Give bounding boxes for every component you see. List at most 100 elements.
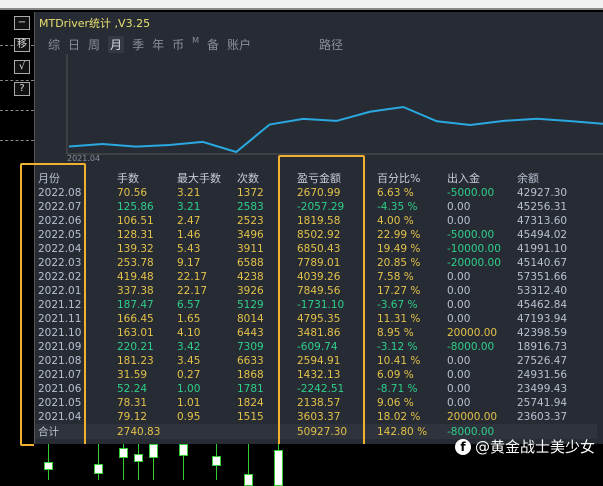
cell: 47193.94: [517, 313, 568, 325]
tab-5[interactable]: 年: [152, 36, 164, 53]
cell: 45494.02: [517, 229, 568, 241]
cell: 220.21: [117, 341, 154, 353]
cell: -3.67 %: [377, 299, 418, 311]
chart-x-start-label: 2021.04: [67, 154, 101, 163]
cell: 128.31: [117, 229, 154, 241]
cell: 20000.00: [447, 327, 498, 339]
window-title: MTDriver统计 ,V3.25: [39, 17, 151, 30]
cell: 0.00: [447, 215, 471, 227]
cell: 106.51: [117, 215, 154, 227]
cell: 8.95 %: [377, 327, 414, 339]
candle: [212, 456, 221, 466]
cell: 6.57: [177, 299, 201, 311]
cell: 9.17: [177, 257, 201, 269]
cell: 181.23: [117, 355, 154, 367]
cell: 79.12: [117, 411, 148, 423]
balance-chart: [66, 54, 603, 155]
cell: 6.09 %: [377, 369, 414, 381]
tab-3[interactable]: 月: [108, 36, 125, 53]
cell: 11.31 %: [377, 313, 421, 325]
cell: 20.85 %: [377, 257, 421, 269]
total-cell: [177, 424, 237, 439]
cell: 6.63 %: [377, 187, 414, 199]
cell: 41991.10: [517, 243, 568, 255]
candle: [244, 474, 253, 486]
cell: 0.95: [177, 411, 201, 423]
cell: 0.00: [447, 383, 471, 395]
help-button[interactable]: ?: [14, 82, 30, 96]
cell: 4.00 %: [377, 215, 414, 227]
cell: 9.06 %: [377, 397, 414, 409]
cell: 10.41 %: [377, 355, 421, 367]
tab-6[interactable]: 币: [172, 36, 184, 53]
tab-1[interactable]: 日: [68, 36, 80, 53]
cell: 18.02 %: [377, 411, 421, 423]
candle: [94, 464, 103, 474]
cell: 0.00: [447, 299, 471, 311]
watermark-text: @黄金战士美少女: [474, 438, 595, 456]
cell: 42398.59: [517, 327, 568, 339]
column-header: 百分比%: [377, 172, 421, 185]
cell: 0.00: [447, 285, 471, 297]
highlight-box-profit: [278, 155, 365, 453]
tab-bar: 综日周月季年币 M 备账户 路径: [48, 36, 343, 53]
cell: 3.45: [177, 355, 201, 367]
cell: 24931.56: [517, 369, 568, 381]
cell: 0.00: [447, 313, 471, 325]
cell: 17.27 %: [377, 285, 421, 297]
tab-7[interactable]: M: [192, 36, 199, 53]
cell: 4.10: [177, 327, 201, 339]
check-button[interactable]: √: [14, 60, 30, 74]
cell: 45256.31: [517, 201, 568, 213]
cell: 253.78: [117, 257, 154, 269]
grid-line: [0, 110, 34, 111]
candle: [134, 454, 143, 462]
cell: 57351.66: [517, 271, 568, 283]
cell: -20000.00: [447, 257, 501, 269]
tab-10[interactable]: 路径: [319, 36, 343, 53]
cell: -5000.00: [447, 229, 495, 241]
cell: 5.43: [177, 243, 201, 255]
tab-8[interactable]: 备: [207, 36, 219, 53]
cell: 19.49 %: [377, 243, 421, 255]
cell: 45462.84: [517, 299, 568, 311]
cell: 7.58 %: [377, 271, 414, 283]
cell: 3.21: [177, 187, 201, 199]
column-header: 最大手数: [177, 172, 221, 185]
cell: -8.71 %: [377, 383, 418, 395]
column-header: 余额: [517, 172, 539, 185]
cell: -5000.00: [447, 187, 495, 199]
tab-4[interactable]: 季: [132, 36, 144, 53]
candle: [44, 462, 53, 470]
cell: 2.47: [177, 215, 201, 227]
cell: 139.32: [117, 243, 154, 255]
cell: 1.01: [177, 397, 201, 409]
grid-line: [0, 140, 34, 141]
candle: [149, 444, 158, 458]
cell: 22.99 %: [377, 229, 421, 241]
watermark: f @黄金战士美少女: [454, 436, 595, 457]
cell: 20000.00: [447, 411, 498, 423]
cell: 337.38: [117, 285, 154, 297]
move-button[interactable]: 移: [14, 38, 30, 52]
total-cell: 142.80 %: [377, 424, 447, 439]
cell: 25741.94: [517, 397, 568, 409]
cell: 78.31: [117, 397, 148, 409]
cell: 0.00: [447, 271, 471, 283]
tab-2[interactable]: 周: [88, 36, 100, 53]
cell: 1.00: [177, 383, 201, 395]
highlight-box-month: [20, 163, 86, 446]
grid-line: [0, 80, 34, 81]
cell: 47313.60: [517, 215, 568, 227]
cell: 166.45: [117, 313, 154, 325]
cell: 0.27: [177, 369, 201, 381]
tab-9[interactable]: 账户: [227, 36, 251, 53]
facebook-icon: f: [454, 438, 471, 455]
minimize-button[interactable]: −: [14, 16, 30, 30]
balance-line: [68, 105, 603, 154]
total-cell: 2740.83: [117, 424, 177, 439]
cell: 1.46: [177, 229, 201, 241]
cell: 53312.40: [517, 285, 568, 297]
tab-0[interactable]: 综: [48, 36, 60, 53]
cell: 22.17: [177, 285, 208, 297]
